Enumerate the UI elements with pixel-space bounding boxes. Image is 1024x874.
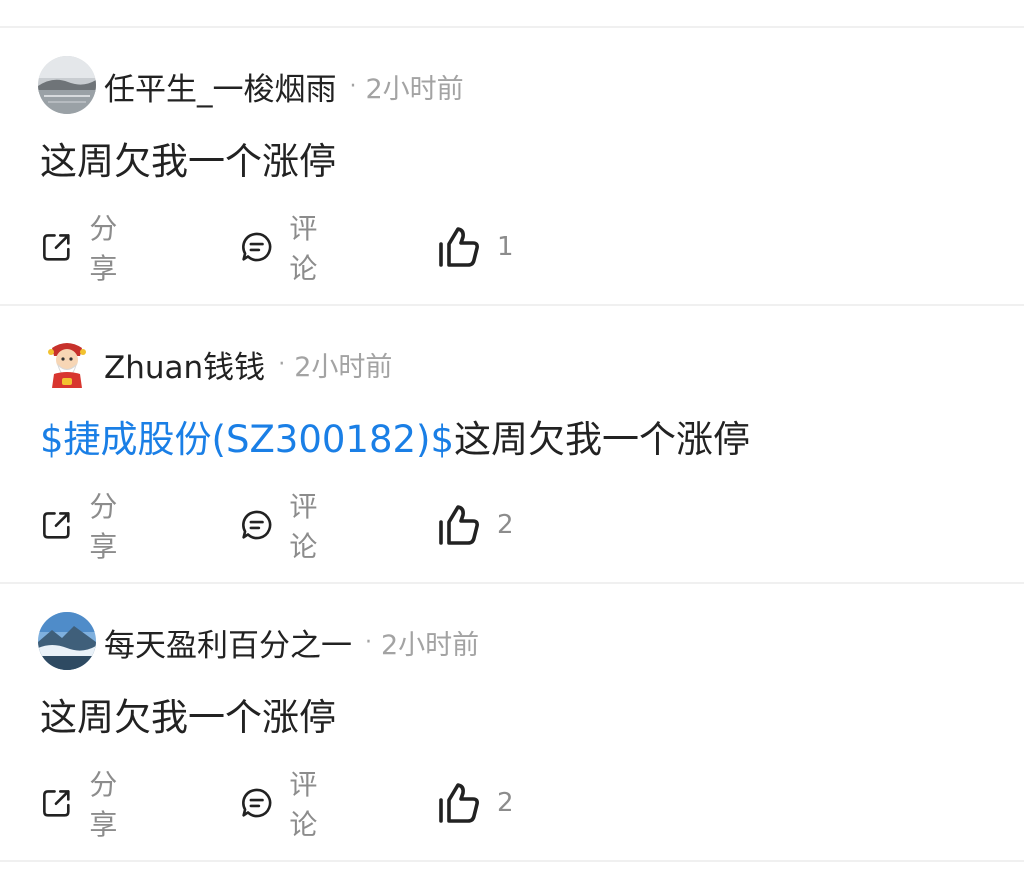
share-label: 分享 — [89, 212, 118, 285]
post-header: Zhuan钱钱 · 2小时前 — [104, 342, 393, 387]
post-item: 任平生_一梭烟雨 · 2小时前 这周欠我一个涨停 分享 评论 1 — [0, 28, 1024, 304]
post-time: 2小时前 — [365, 73, 464, 105]
like-count: 1 — [497, 232, 514, 262]
post-item: 每天盈利百分之一 · 2小时前 这周欠我一个涨停 分享 评论 2 — [0, 584, 1024, 860]
comment-button[interactable]: 评论 — [240, 768, 330, 841]
username[interactable]: Zhuan钱钱 — [104, 342, 265, 387]
separator-dot: · — [278, 351, 286, 377]
like-count: 2 — [497, 788, 514, 818]
comment-label: 评论 — [289, 768, 318, 841]
post-content: $捷成股份(SZ300182)$这周欠我一个涨停 — [40, 414, 750, 466]
comment-label: 评论 — [289, 490, 318, 563]
post-divider — [0, 860, 1024, 862]
share-icon — [43, 512, 70, 539]
comment-icon — [242, 232, 272, 262]
comment-label: 评论 — [289, 212, 318, 285]
share-icon — [43, 234, 70, 261]
avatar-lake-image — [38, 56, 96, 114]
username[interactable]: 任平生_一梭烟雨 — [104, 64, 337, 109]
avatar-fortune-god-image — [38, 334, 96, 392]
share-button[interactable]: 分享 — [40, 212, 130, 285]
separator-dot: · — [365, 629, 372, 655]
post-header: 每天盈利百分之一 · 2小时前 — [104, 620, 480, 665]
like-count: 2 — [497, 510, 514, 540]
post-text: 这周欠我一个涨停 — [40, 140, 336, 183]
post-content: 这周欠我一个涨停 — [40, 136, 336, 188]
separator-dot: · — [349, 73, 357, 99]
avatar[interactable] — [38, 612, 96, 670]
comment-icon — [242, 788, 272, 818]
post-text: 这周欠我一个涨停 — [454, 418, 751, 461]
post-time: 2小时前 — [381, 629, 480, 661]
post-item: Zhuan钱钱 · 2小时前 $捷成股份(SZ300182)$这周欠我一个涨停 … — [0, 306, 1024, 582]
post-time: 2小时前 — [294, 351, 393, 383]
comment-icon — [242, 510, 272, 540]
post-content: 这周欠我一个涨停 — [40, 692, 336, 744]
share-label: 分享 — [89, 490, 118, 563]
like-button[interactable]: 2 — [436, 778, 514, 828]
thumbs-up-icon — [439, 505, 479, 545]
thumbs-up-icon — [439, 227, 479, 267]
post-text: 这周欠我一个涨停 — [40, 696, 336, 739]
comment-button[interactable]: 评论 — [240, 490, 330, 563]
share-button[interactable]: 分享 — [40, 490, 130, 563]
username[interactable]: 每天盈利百分之一 — [104, 620, 352, 665]
share-icon — [43, 790, 70, 817]
share-label: 分享 — [89, 768, 118, 841]
post-header: 任平生_一梭烟雨 · 2小时前 — [104, 64, 464, 109]
stock-tag-link[interactable]: $捷成股份(SZ300182)$ — [40, 418, 454, 461]
like-button[interactable]: 1 — [436, 222, 514, 272]
share-button[interactable]: 分享 — [40, 768, 130, 841]
like-button[interactable]: 2 — [436, 500, 514, 550]
avatar[interactable] — [38, 334, 96, 392]
avatar[interactable] — [38, 56, 96, 114]
avatar-mountain-image — [38, 612, 96, 670]
comment-button[interactable]: 评论 — [240, 212, 330, 285]
thumbs-up-icon — [439, 783, 479, 823]
